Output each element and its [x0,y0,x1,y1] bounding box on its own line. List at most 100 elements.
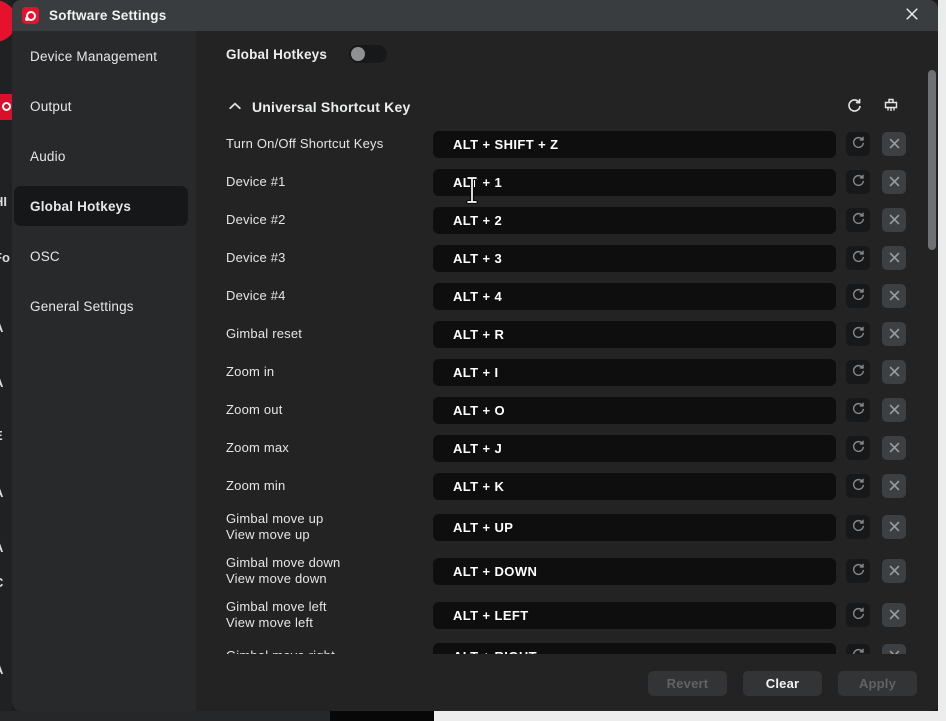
apply-button: Apply [838,671,917,696]
reset-icon [851,518,866,536]
background-window-left-sliver: HIFoAAEAACA [0,0,12,711]
hotkey-input[interactable]: ALT + 4 [433,283,836,310]
close-button[interactable] [898,0,926,31]
clear-hotkey-button[interactable] [882,284,906,308]
reset-hotkey-button[interactable] [846,515,870,539]
reset-icon [851,173,866,191]
reset-icon [851,477,866,495]
clear-hotkey-button[interactable] [882,474,906,498]
hotkey-input[interactable]: ALT + SHIFT + Z [433,131,836,158]
reset-hotkey-button[interactable] [846,170,870,194]
x-icon [889,251,900,266]
hotkey-label: Device #1 [226,174,433,190]
clear-hotkey-button[interactable] [882,644,906,654]
reset-hotkey-button[interactable] [846,284,870,308]
clear-hotkey-button[interactable] [882,170,906,194]
clear-hotkey-button[interactable] [882,246,906,270]
hotkey-input[interactable]: ALT + LEFT [433,602,836,629]
sidebar-item-output[interactable]: Output [12,81,196,131]
clear-hotkey-button[interactable] [882,559,906,583]
hotkey-value: ALT + UP [453,520,513,535]
sidebar-item-osc[interactable]: OSC [12,231,196,281]
hotkey-row: Gimbal move right ALT + RIGHT [226,637,910,654]
reset-hotkey-button[interactable] [846,436,870,460]
hotkey-label: Gimbal move down View move down [226,555,433,587]
hotkey-label: Zoom in [226,364,433,380]
global-hotkeys-toggle[interactable] [349,45,387,63]
x-icon [889,213,900,228]
software-settings-window: Software Settings Device Management Outp… [12,0,938,711]
hotkey-input[interactable]: ALT + R [433,321,836,348]
reset-icon [851,287,866,305]
clear-hotkey-button[interactable] [882,208,906,232]
reset-hotkey-button[interactable] [846,474,870,498]
background-text-fragment: A [0,375,3,390]
hotkey-row: Gimbal move up View move up ALT + UP [226,505,910,549]
background-text-fragment: A [0,662,3,677]
sidebar-item-label: General Settings [30,299,134,314]
background-bottom-strip-light [434,711,946,721]
sidebar-item-label: Output [30,99,72,114]
reset-hotkey-button[interactable] [846,246,870,270]
camera-icon [2,102,11,111]
clear-button[interactable]: Clear [743,671,822,696]
reset-icon [851,135,866,153]
reset-icon [851,249,866,267]
hotkey-input[interactable]: ALT + K [433,473,836,500]
hotkey-value: ALT + R [453,327,504,342]
background-text-fragment: A [0,320,3,335]
hotkey-input[interactable]: ALT + O [433,397,836,424]
hotkey-value: ALT + 4 [453,289,502,304]
reset-hotkey-button[interactable] [846,322,870,346]
background-bottom-strip-dark [0,711,330,721]
hotkey-label: Zoom out [226,402,433,418]
hotkey-value: ALT + 1 [453,175,502,190]
sidebar: Device Management Output Audio Global Ho… [12,31,196,711]
close-icon [905,7,919,24]
hotkey-value: ALT + J [453,441,502,456]
reset-hotkey-button[interactable] [846,208,870,232]
clear-hotkey-button[interactable] [882,132,906,156]
titlebar: Software Settings [12,0,938,31]
reset-hotkey-button[interactable] [846,360,870,384]
x-icon [889,441,900,456]
hotkey-input[interactable]: ALT + 1 [433,169,836,196]
sidebar-item-device-management[interactable]: Device Management [12,31,196,81]
clear-hotkey-button[interactable] [882,436,906,460]
clear-hotkey-button[interactable] [882,360,906,384]
hotkey-row: Device #4 ALT + 4 [226,277,910,315]
brush-icon [882,97,900,118]
hotkey-row: Zoom out ALT + O [226,391,910,429]
sidebar-item-global-hotkeys[interactable]: Global Hotkeys [14,186,188,226]
reset-hotkey-button[interactable] [846,559,870,583]
sidebar-item-audio[interactable]: Audio [12,131,196,181]
clear-hotkey-button[interactable] [882,398,906,422]
hotkey-input[interactable]: ALT + 2 [433,207,836,234]
reset-hotkey-button[interactable] [846,398,870,422]
sidebar-item-general-settings[interactable]: General Settings [12,281,196,331]
reset-hotkey-button[interactable] [846,132,870,156]
clear-hotkey-button[interactable] [882,322,906,346]
clear-all-hotkeys-button[interactable] [881,97,901,117]
reset-hotkey-button[interactable] [846,603,870,627]
clear-hotkey-button[interactable] [882,603,906,627]
hotkey-input[interactable]: ALT + I [433,359,836,386]
reset-all-hotkeys-button[interactable] [844,97,864,117]
hotkey-input[interactable]: ALT + DOWN [433,558,836,585]
hotkey-input[interactable]: ALT + RIGHT [433,643,836,655]
collapse-section-button[interactable] [226,98,244,116]
clear-hotkey-button[interactable] [882,515,906,539]
reset-icon [851,647,866,654]
scrollbar-thumb[interactable] [928,70,936,250]
x-icon [889,289,900,304]
x-icon [889,564,900,579]
hotkey-input[interactable]: ALT + UP [433,514,836,541]
reset-hotkey-button[interactable] [846,644,870,654]
sidebar-item-label: Global Hotkeys [30,199,131,214]
x-icon [889,608,900,623]
footer-actions: RevertClearApply [648,671,917,696]
hotkey-input[interactable]: ALT + J [433,435,836,462]
hotkey-input[interactable]: ALT + 3 [433,245,836,272]
background-text-fragment: C [0,575,3,590]
reset-icon [851,363,866,381]
